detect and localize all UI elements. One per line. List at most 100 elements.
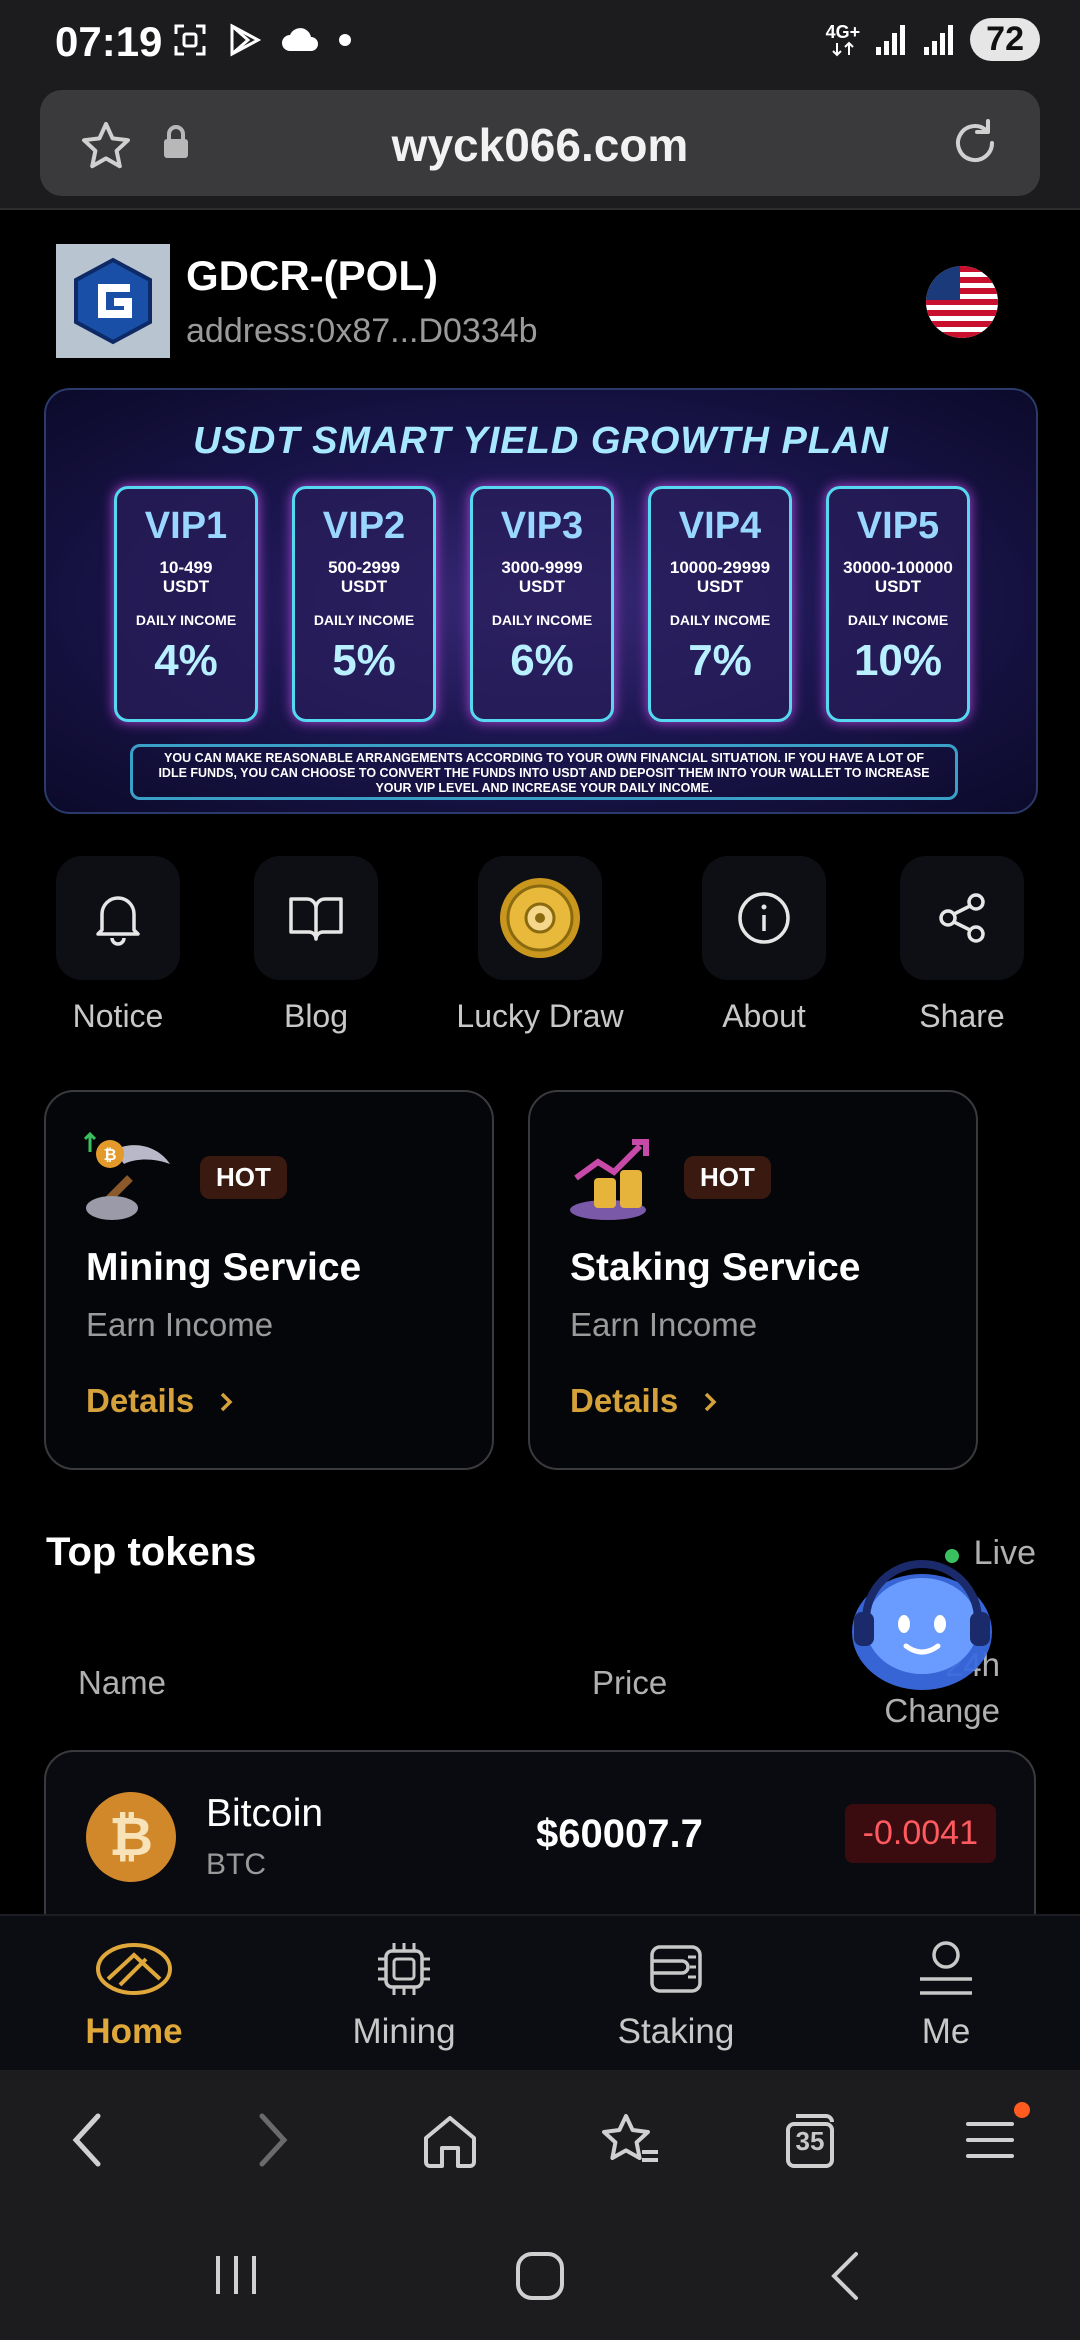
details-link[interactable]: Details — [86, 1382, 237, 1420]
vip-range: 3000-9999 USDT — [501, 558, 583, 596]
tab-label: Staking — [617, 2012, 735, 2051]
tab-me[interactable]: Me — [846, 1936, 1046, 2052]
vip-rate: 7% — [688, 636, 752, 685]
vip-card: VIP2 500-2999 USDT DAILY INCOME 5% — [292, 486, 436, 722]
details-link[interactable]: Details — [570, 1382, 721, 1420]
tab-label: Home — [85, 2012, 183, 2051]
vip-name: VIP3 — [500, 505, 584, 547]
user-icon — [846, 1936, 1046, 2002]
book-icon — [254, 856, 378, 980]
vip-range: 10000-29999 USDT — [669, 558, 771, 596]
vip-rate: 6% — [510, 636, 574, 685]
vip-income-label: DAILY INCOME — [491, 612, 593, 628]
mining-service-card[interactable]: ₿ HOT Mining Service Earn Income Details — [44, 1090, 494, 1470]
tab-home[interactable]: Home — [34, 1936, 234, 2052]
data-arrows-icon — [832, 41, 854, 56]
tabs-icon[interactable]: 35 — [778, 2108, 842, 2172]
action-label: Share — [919, 998, 1005, 1034]
cloud-icon — [282, 28, 318, 51]
action-about[interactable]: About — [664, 856, 864, 1035]
top-tokens-title: Top tokens — [46, 1530, 257, 1574]
mining-pickaxe-icon: ₿ — [83, 1128, 180, 1224]
vip-income-label: DAILY INCOME — [847, 612, 949, 628]
tab-label: Mining — [352, 2012, 456, 2051]
bitcoin-icon: ₿ — [86, 1792, 176, 1882]
status-notification-icons — [172, 22, 352, 58]
network-type: 4G+ — [826, 23, 860, 57]
vip-income-label: DAILY INCOME — [313, 612, 415, 628]
service-title: Mining Service — [86, 1246, 362, 1289]
dot-icon — [339, 34, 351, 46]
tab-label: Me — [921, 2012, 971, 2051]
status-system-icons: 4G+ 72 — [826, 18, 1040, 61]
action-share[interactable]: Share — [862, 856, 1062, 1035]
action-notice[interactable]: Notice — [18, 856, 218, 1035]
url-text[interactable]: wyck066.com — [40, 118, 1040, 172]
service-subtitle: Earn Income — [86, 1306, 274, 1343]
app-title: GDCR-(POL) — [186, 252, 438, 299]
play-store-icon — [230, 23, 262, 57]
vip-plan-banner[interactable]: USDT SMART YIELD GROWTH PLAN VIP1 10-499… — [44, 388, 1038, 814]
vip-tiers: VIP1 10-499 USDT DAILY INCOME 4% VIP2 500… — [114, 486, 970, 722]
banner-title: USDT SMART YIELD GROWTH PLAN — [193, 420, 889, 462]
signal-icon — [876, 24, 906, 55]
column-header-name: Name — [78, 1664, 167, 1701]
screenshot-icon — [174, 24, 206, 56]
info-icon — [702, 856, 826, 980]
vip-name: VIP5 — [856, 505, 940, 547]
quick-actions: Notice Blog Lucky Draw About Share — [0, 856, 1080, 1046]
banner-note: YOU CAN MAKE REASONABLE ARRANGEMENTS ACC… — [130, 744, 958, 800]
tab-mining[interactable]: Mining — [304, 1936, 504, 2052]
token-name: Bitcoin — [206, 1792, 324, 1835]
action-label: Notice — [72, 998, 164, 1034]
vip-range: 500-2999 USDT — [328, 558, 400, 596]
staking-service-card[interactable]: HOT Staking Service Earn Income Details — [528, 1090, 978, 1470]
home-button-icon[interactable] — [514, 2250, 566, 2307]
browser-toolbar: 35 — [0, 2070, 1080, 2210]
vip-card: VIP4 10000-29999 USDT DAILY INCOME 7% — [648, 486, 792, 722]
vip-rate: 4% — [154, 636, 218, 685]
signal-icon — [924, 24, 954, 55]
wheel-icon — [478, 856, 602, 980]
token-symbol: BTC — [206, 1848, 266, 1881]
back-arrow-icon[interactable] — [56, 2108, 120, 2172]
action-blog[interactable]: Blog — [216, 856, 416, 1035]
forward-arrow-icon[interactable] — [240, 2108, 304, 2172]
coins-chart-icon — [568, 1128, 664, 1224]
service-title: Staking Service — [570, 1246, 861, 1289]
tab-staking[interactable]: Staking — [576, 1936, 776, 2052]
action-label: Lucky Draw — [456, 998, 624, 1034]
back-button-icon[interactable] — [826, 2250, 866, 2307]
url-field[interactable]: wyck066.com — [40, 90, 1040, 196]
token-change-badge: -0.0041 — [844, 1804, 996, 1863]
menu-icon[interactable] — [958, 2102, 1030, 2172]
app-logo — [56, 244, 170, 358]
action-label: Blog — [283, 998, 349, 1034]
vip-name: VIP4 — [678, 505, 762, 547]
recent-apps-icon[interactable] — [212, 2250, 262, 2305]
vip-rate: 10% — [853, 636, 943, 685]
support-chat-icon[interactable] — [840, 1534, 1004, 1698]
battery-level: 72 — [970, 18, 1040, 61]
home-browser-icon[interactable] — [418, 2108, 482, 2172]
vip-income-label: DAILY INCOME — [135, 612, 237, 628]
vip-name: VIP1 — [144, 505, 228, 547]
token-price: $60007.7 — [536, 1812, 703, 1856]
share-icon — [900, 856, 1024, 980]
vip-name: VIP2 — [322, 505, 406, 547]
wallet-icon — [576, 1936, 776, 2002]
reload-icon[interactable] — [948, 116, 1002, 175]
bookmarks-icon[interactable] — [598, 2108, 662, 2172]
action-lucky-draw[interactable]: Lucky Draw — [440, 856, 640, 1035]
vip-card: VIP1 10-499 USDT DAILY INCOME 4% — [114, 486, 258, 722]
action-label: About — [722, 998, 806, 1034]
us-flag-icon[interactable] — [926, 266, 998, 338]
notification-dot — [1014, 2102, 1030, 2118]
hot-badge: HOT — [200, 1156, 287, 1199]
chevron-right-icon — [221, 1392, 233, 1412]
tabs-count: 35 — [795, 2126, 825, 2156]
status-time: 07:19 — [55, 18, 163, 65]
vip-income-label: DAILY INCOME — [669, 612, 771, 628]
wallet-address[interactable]: address:0x87...D0334b — [186, 312, 538, 351]
service-subtitle: Earn Income — [570, 1306, 758, 1343]
